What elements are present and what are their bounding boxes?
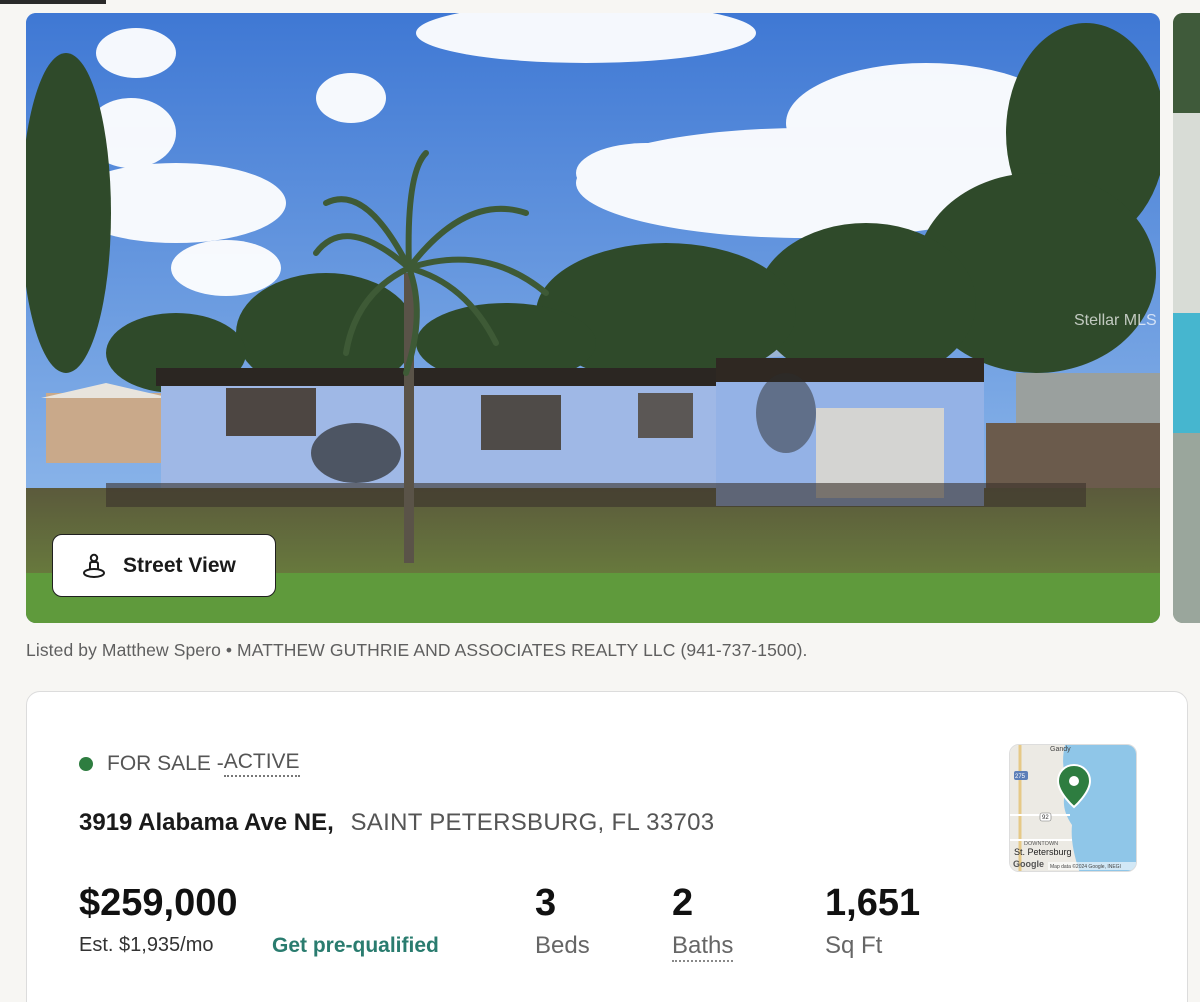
- street-view-button[interactable]: Street View: [52, 534, 276, 597]
- listing-status: FOR SALE - ACTIVE: [79, 750, 300, 777]
- status-value[interactable]: ACTIVE: [223, 750, 300, 777]
- map-google-logo: Google: [1013, 859, 1044, 869]
- mls-watermark: Stellar MLS: [1074, 312, 1157, 329]
- mini-map-illustration: 275 92 Gandy DOWNTOWN St. Petersburg Goo…: [1010, 745, 1136, 871]
- listing-summary-card: FOR SALE - ACTIVE 3919 Alabama Ave NE, S…: [26, 691, 1188, 1002]
- estimated-payment: Est. $1,935/mo: [79, 934, 214, 956]
- listing-attribution: Listed by Matthew Spero • MATTHEW GUTHRI…: [26, 640, 808, 660]
- status-dot-icon: [79, 756, 93, 771]
- street-view-icon: [81, 553, 107, 579]
- top-tab-indicator: [0, 0, 106, 4]
- baths-value: 2: [672, 882, 694, 924]
- map-attribution: Map data ©2024 Google, INEGI: [1050, 863, 1121, 870]
- listing-price: $259,000: [79, 882, 238, 924]
- sqft-label: Sq Ft: [825, 932, 883, 959]
- listing-page: Stellar MLS Street View Listed by Matthe…: [0, 0, 1200, 1002]
- map-label-city: St. Petersburg: [1014, 847, 1072, 857]
- next-photo-illustration: [1173, 13, 1200, 623]
- beds-value: 3: [535, 882, 557, 924]
- map-highway-92: 92: [1042, 815, 1049, 821]
- baths-label[interactable]: Baths: [672, 932, 734, 962]
- beds-label: Beds: [535, 932, 590, 959]
- get-prequalified-link[interactable]: Get pre-qualified: [272, 934, 439, 958]
- listing-address: 3919 Alabama Ave NE, SAINT PETERSBURG, F…: [79, 809, 714, 837]
- house-photo-illustration: Stellar MLS: [26, 13, 1160, 623]
- map-highway-275: 275: [1015, 774, 1026, 780]
- sqft-value: 1,651: [825, 882, 921, 924]
- map-label-gandy: Gandy: [1050, 746, 1071, 753]
- mini-map[interactable]: 275 92 Gandy DOWNTOWN St. Petersburg Goo…: [1009, 744, 1137, 872]
- street-view-label: Street View: [123, 553, 236, 577]
- next-listing-photo[interactable]: [1173, 13, 1200, 623]
- address-street: 3919 Alabama Ave NE,: [79, 809, 334, 836]
- main-listing-photo[interactable]: Stellar MLS: [26, 13, 1160, 623]
- address-city-state-zip: SAINT PETERSBURG, FL 33703: [350, 809, 715, 836]
- status-prefix: FOR SALE -: [107, 751, 224, 775]
